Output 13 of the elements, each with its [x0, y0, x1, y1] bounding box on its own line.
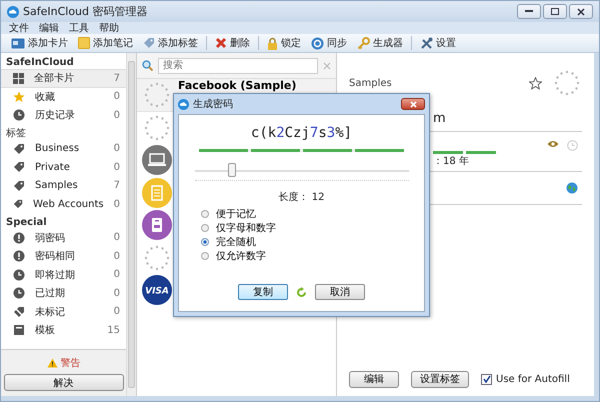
tag-label: Samples	[349, 78, 393, 88]
visa-icon: VISA	[142, 275, 172, 306]
window-title: SafeInCloud 密码管理器	[23, 4, 148, 19]
section-header: 标签	[5, 126, 27, 140]
dialog-title: 生成密码	[193, 98, 233, 111]
section-header: Special	[5, 216, 48, 228]
password-age: ：18 年	[433, 155, 469, 168]
section-header: SafeInCloud	[5, 56, 75, 69]
checkbox-label: Use for Autofill	[496, 374, 570, 384]
generated-password: c(k2Czj7s3%]	[250, 125, 352, 143]
length-label: 长度： 12	[278, 190, 324, 204]
warning-text: 警告	[60, 356, 80, 370]
field-value: m	[433, 110, 446, 126]
